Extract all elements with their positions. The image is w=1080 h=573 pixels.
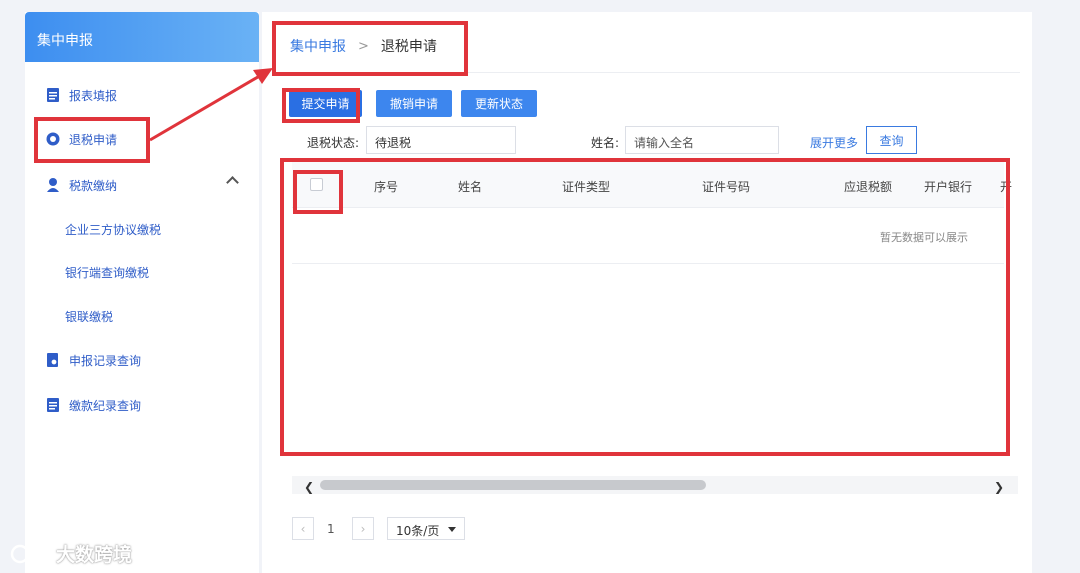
refund-table: 序号 姓名 证件类型 证件号码 应退税额 开户银行 开 暂无数据可以展示 — [292, 162, 1012, 462]
table-header: 序号 姓名 证件类型 证件号码 应退税额 开户银行 开 — [292, 162, 1012, 208]
select-all-checkbox[interactable] — [310, 178, 323, 191]
document-icon — [47, 88, 59, 102]
sidebar-item-label: 企业三方协议缴税 — [65, 222, 162, 237]
current-page[interactable]: 1 — [327, 522, 335, 536]
divider — [282, 72, 1020, 73]
sidebar-item-label: 银联缴税 — [65, 309, 114, 324]
watermark-logo: 大数跨境 — [10, 540, 132, 567]
column-header: 开户银行 — [924, 180, 973, 194]
name-label: 姓名: — [591, 136, 620, 150]
column-header: 证件号码 — [702, 180, 751, 194]
scroll-left-icon[interactable]: ❮ — [304, 480, 314, 494]
breadcrumb-parent[interactable]: 集中申报 — [290, 36, 346, 56]
sidebar-title: 集中申报 — [25, 12, 259, 62]
table-empty-row: 暂无数据可以展示 — [292, 208, 1004, 264]
sidebar-item-unionpay-payment[interactable]: 银联缴税 — [25, 303, 259, 329]
sidebar-item-label: 申报记录查询 — [69, 353, 142, 368]
refund-icon — [46, 132, 60, 146]
sidebar-item-report-fill[interactable]: 报表填报 — [25, 82, 259, 108]
sidebar-item-refund[interactable]: 退税申请 — [25, 126, 259, 152]
sidebar: 集中申报 报表填报 退税申请 税款缴纳 企业三方协议缴税 银行端查询缴税 银联缴… — [25, 12, 259, 573]
sidebar-item-payment-records[interactable]: 缴款纪录查询 — [25, 392, 259, 418]
expand-more-link[interactable]: 展开更多 — [810, 134, 858, 151]
sidebar-item-label: 报表填报 — [69, 88, 118, 103]
breadcrumb-separator: > — [358, 38, 369, 54]
column-header: 序号 — [374, 180, 399, 194]
chevron-up-icon[interactable] — [226, 176, 239, 189]
horizontal-scrollbar[interactable]: ❮ ❯ — [292, 476, 1018, 494]
scroll-right-icon[interactable]: ❯ — [994, 480, 1004, 494]
sidebar-item-tax-payment[interactable]: 税款缴纳 — [25, 172, 259, 198]
submit-application-button[interactable]: 提交申请 — [289, 90, 362, 117]
caret-down-icon — [448, 527, 456, 532]
refund-status-label: 退税状态: — [307, 136, 360, 150]
sidebar-item-label: 缴款纪录查询 — [69, 398, 142, 413]
sidebar-item-label: 银行端查询缴税 — [65, 265, 150, 280]
column-header: 应退税额 — [844, 180, 893, 194]
breadcrumb: 集中申报 > 退税申请 — [290, 36, 437, 56]
prev-page-button[interactable]: ‹ — [292, 517, 314, 540]
query-button[interactable]: 查询 — [866, 126, 917, 154]
refund-status-select[interactable]: 待退税 — [366, 126, 516, 154]
next-page-button[interactable]: › — [352, 517, 374, 540]
sidebar-item-label: 退税申请 — [69, 132, 118, 147]
sidebar-item-label: 税款缴纳 — [69, 178, 118, 193]
name-input[interactable]: 请输入全名 — [625, 126, 779, 154]
document-icon — [47, 398, 59, 412]
tax-payment-icon — [47, 178, 59, 192]
empty-message: 暂无数据可以展示 — [880, 231, 968, 244]
sidebar-item-declaration-records[interactable]: 申报记录查询 — [25, 347, 259, 373]
update-status-button[interactable]: 更新状态 — [461, 90, 537, 117]
revoke-application-button[interactable]: 撤销申请 — [376, 90, 452, 117]
watermark-text: 大数跨境 — [56, 544, 133, 566]
main-panel: 集中申报 > 退税申请 提交申请 撤销申请 更新状态 退税状态: 待退税 姓名:… — [262, 12, 1032, 573]
scroll-thumb[interactable] — [320, 480, 706, 490]
sidebar-item-bank-query-payment[interactable]: 银行端查询缴税 — [25, 259, 259, 285]
column-header: 证件类型 — [562, 180, 611, 194]
page-size-select[interactable]: 10条/页 — [387, 517, 465, 540]
record-search-icon — [47, 353, 58, 367]
breadcrumb-current: 退税申请 — [380, 39, 437, 55]
page-size-value: 10条/页 — [396, 524, 440, 538]
watermark-icon — [10, 544, 46, 563]
column-header: 姓名 — [458, 180, 483, 194]
column-header: 开 — [1000, 180, 1013, 194]
sidebar-item-tripartite-payment[interactable]: 企业三方协议缴税 — [25, 216, 259, 242]
